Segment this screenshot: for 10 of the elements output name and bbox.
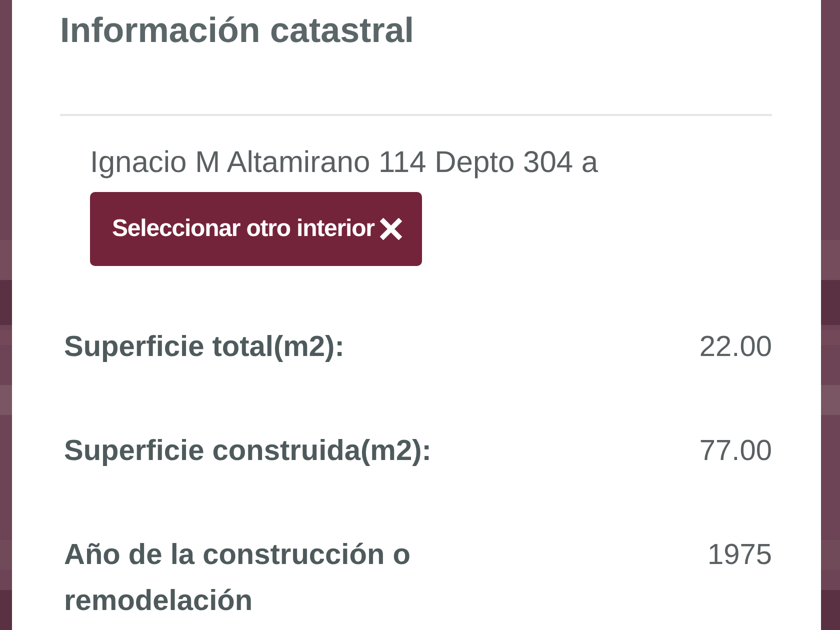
field-label: Superficie construida(m2): xyxy=(63,434,432,469)
field-label: Año de la construcción o remodelación xyxy=(63,538,412,619)
address-text: Ignacio M Altamirano 114 Depto 304 a xyxy=(90,145,600,181)
close-icon xyxy=(380,218,402,240)
select-interior-button[interactable]: Seleccionar otro interior xyxy=(90,192,422,266)
field-label: Superficie total(m2): xyxy=(63,330,344,365)
panel-title: Información catastral xyxy=(60,10,415,52)
field-value: 22.00 xyxy=(699,330,772,365)
field-value: 77.00 xyxy=(699,434,772,469)
field-value: 1975 xyxy=(707,538,772,573)
